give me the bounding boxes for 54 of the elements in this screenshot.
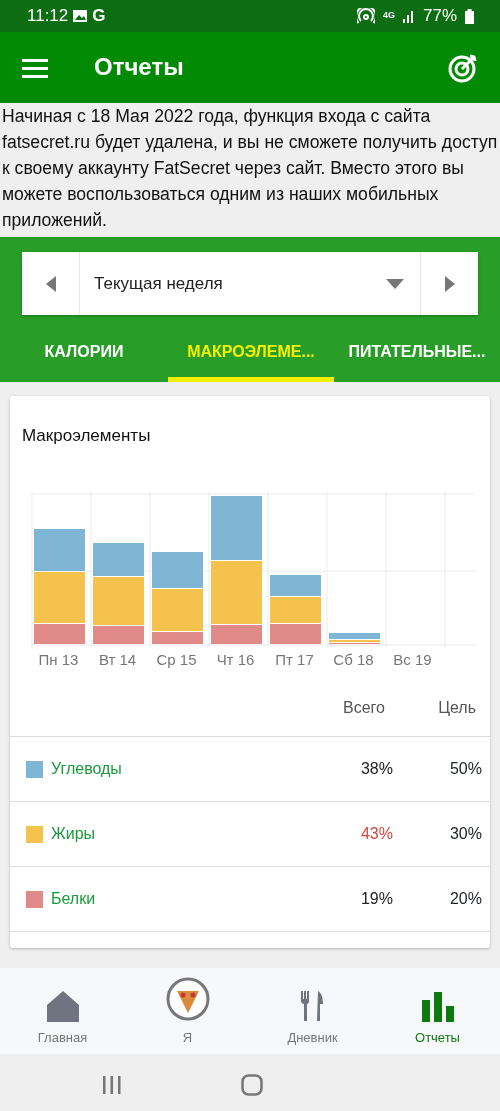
total-value: 43% (359, 824, 393, 845)
clock-time: 11:12 (27, 5, 69, 28)
nav-tab[interactable]: Отчеты (375, 968, 500, 1054)
previous-button[interactable] (22, 252, 80, 315)
nav-tab[interactable]: Я (125, 968, 250, 1054)
day-label: Пн 13 (37, 650, 80, 671)
bar-segment (270, 575, 321, 597)
bar-segment (270, 624, 321, 645)
tab[interactable]: МАКРОЭЛЕМЕ... (168, 315, 334, 382)
signal-icon (402, 9, 415, 23)
column-header: Цель (437, 698, 477, 719)
fork-knife-icon[interactable] (300, 990, 325, 1022)
menu-icon[interactable] (22, 57, 48, 78)
tab[interactable]: ПИТАТЕЛЬНЫЕ... (334, 315, 500, 382)
bar-segment (211, 496, 262, 561)
recents-icon[interactable] (102, 1075, 122, 1095)
column-header: Всего (342, 698, 386, 719)
network-label: 4G (382, 9, 395, 23)
nav-tab[interactable]: Главная (0, 968, 125, 1054)
pizza-avatar-icon[interactable] (164, 976, 211, 1022)
day-label: Чт 16 (215, 650, 256, 671)
caret-icon (386, 278, 404, 289)
bar-segment (34, 529, 85, 572)
bar-chart-icon[interactable] (421, 992, 454, 1022)
total-value: 38% (359, 759, 393, 780)
next-button[interactable] (420, 252, 478, 315)
target-icon[interactable] (448, 52, 478, 83)
day-label: Сб 18 (332, 650, 375, 671)
day-label: Пт 17 (274, 650, 315, 671)
bar-segment (270, 597, 321, 624)
nav-tab[interactable]: Дневник (250, 968, 375, 1054)
macro-link[interactable]: Жиры (51, 822, 283, 847)
right-arrow-icon[interactable] (444, 275, 455, 292)
tab[interactable]: КАЛОРИИ (0, 315, 168, 382)
notice-text: Начиная с 18 Мая 2022 года, функция входа с сайта fatsecret.ru будет удалена, и вы не сможете получить доступ к своему аккаунту FatSecret через сайт. Вместо этого вы можете воспользоваться одним из наших мобильных приложений. (1, 105, 499, 232)
bar-segment (152, 552, 203, 589)
left-arrow-icon[interactable] (45, 275, 56, 292)
goal-value: 30% (448, 824, 483, 845)
macro-link[interactable]: Углеводы (51, 757, 283, 782)
screen-title: Отчеты (94, 53, 184, 82)
home-icon[interactable] (45, 990, 80, 1022)
battery-icon (465, 8, 474, 24)
day-label: Ср 15 (155, 650, 198, 671)
hotspot-icon (356, 8, 375, 24)
macro-link[interactable]: Белки (51, 887, 283, 912)
card-title: Макроэлементы (21, 425, 152, 447)
image-icon (72, 9, 89, 23)
day-label: Вт 14 (97, 650, 138, 671)
goal-value: 50% (448, 759, 483, 780)
goal-value: 20% (448, 889, 483, 910)
battery-percent: 77% (422, 5, 457, 28)
total-value: 19% (359, 889, 393, 910)
day-label: Вс 19 (392, 650, 433, 671)
carrier-label: G (92, 5, 106, 28)
